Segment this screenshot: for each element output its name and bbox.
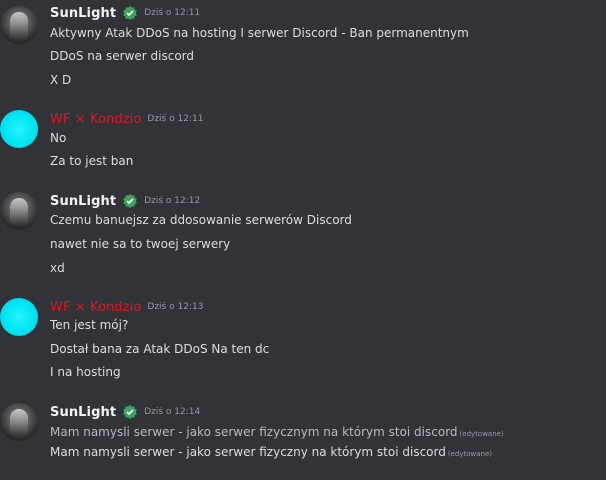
timestamp[interactable]: Dziś o 12:11 [147, 114, 203, 124]
message-text: DDoS na serwer discord [50, 49, 195, 63]
message-group: SunLight Dziś o 12:11 Aktywny Atak DDoS … [0, 4, 606, 94]
username[interactable]: SunLight [50, 6, 116, 21]
timestamp[interactable]: Dziś o 12:14 [144, 407, 200, 417]
message-text: No [50, 131, 67, 145]
message-text: xd [50, 261, 65, 275]
message-header: WF × Kondzio Dziś o 12:11 [50, 110, 203, 128]
message-text-content: Mam namysli serwer - jako serwer fizyczn… [50, 445, 446, 459]
message-group: SunLight Dziś o 12:14 Mam namysli serwer… [0, 403, 606, 473]
avatar[interactable] [0, 110, 38, 148]
message-text: Mam namysli serwer - jako serwer fizyczn… [50, 424, 504, 442]
green-badge-icon [123, 405, 137, 419]
username[interactable]: SunLight [50, 194, 116, 209]
message-text: Czemu banuejsz za ddosowanie serwerów Di… [50, 213, 352, 227]
message-group: SunLight Dziś o 12:12 Czemu banuejsz za … [0, 192, 606, 282]
message-header: SunLight Dziś o 12:14 [50, 403, 200, 421]
message-group: WF × Kondzio Dziś o 12:11 No Za to jest … [0, 110, 606, 170]
chat-message-list: SunLight Dziś o 12:11 Aktywny Atak DDoS … [0, 0, 606, 480]
timestamp[interactable]: Dziś o 12:13 [147, 302, 203, 312]
message-text-content: Mam namysli serwer - jako serwer fizyczn… [50, 425, 458, 439]
message-text: nawet nie sa to twoej serwery [50, 237, 231, 251]
message-text: Ten jest mój? [50, 318, 129, 332]
message-text: I na hosting [50, 365, 121, 379]
message-header: WF × Kondzio Dziś o 12:13 [50, 298, 203, 316]
edited-label: (edytowane) [459, 430, 504, 438]
timestamp[interactable]: Dziś o 12:11 [144, 8, 200, 18]
message-text: X D [50, 73, 72, 87]
green-badge-icon [123, 6, 137, 20]
message-text: Dostał bana za Atak DDoS Na ten dc [50, 342, 270, 356]
username[interactable]: WF × Kondzio [50, 300, 141, 315]
avatar[interactable] [0, 192, 38, 230]
avatar[interactable] [0, 403, 38, 441]
avatar[interactable] [0, 298, 38, 336]
message-text: Za to jest ban [50, 154, 134, 168]
green-badge-icon [123, 194, 137, 208]
username[interactable]: WF × Kondzio [50, 112, 141, 127]
message-header: SunLight Dziś o 12:12 [50, 192, 200, 210]
edited-label: (edytowane) [447, 450, 492, 458]
username[interactable]: SunLight [50, 405, 116, 420]
message-group: WF × Kondzio Dziś o 12:13 Ten jest mój? … [0, 298, 606, 388]
timestamp[interactable]: Dziś o 12:12 [144, 196, 200, 206]
avatar[interactable] [0, 6, 38, 44]
message-text: Mam namysli serwer - jako serwer fizyczn… [50, 444, 492, 462]
message-text: Aktywny Atak DDoS na hosting I serwer Di… [50, 26, 469, 40]
message-header: SunLight Dziś o 12:11 [50, 4, 200, 22]
